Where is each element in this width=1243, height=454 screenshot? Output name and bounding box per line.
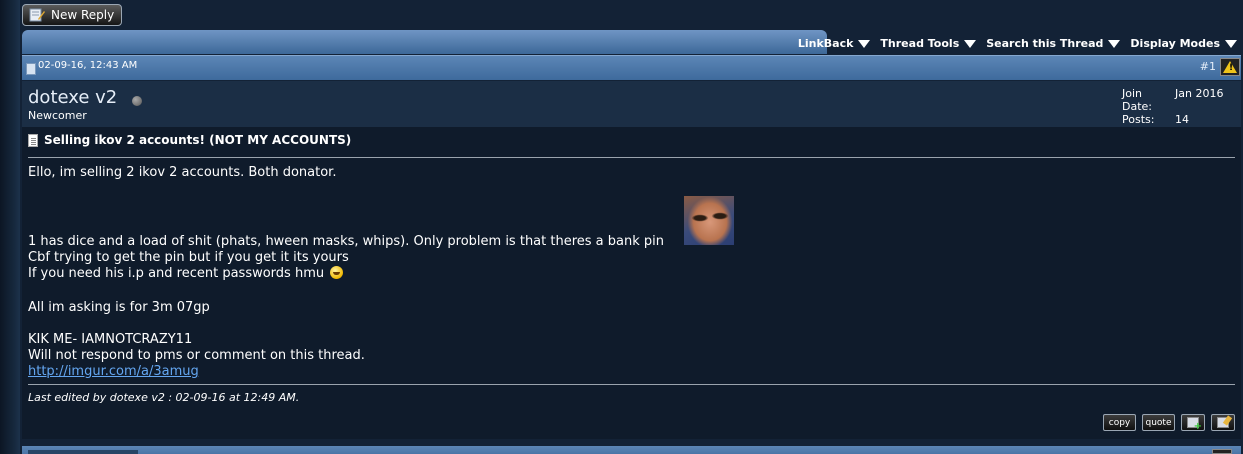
post-old-icon [26,63,36,75]
offline-status-icon [132,96,142,106]
new-reply-icon [29,8,45,22]
imgur-link[interactable]: http://imgur.com/a/3amug [28,364,199,379]
multiquote-icon [1187,417,1202,432]
post-buttons: copy quote [1103,414,1235,432]
divider [28,384,1235,385]
message-line: All im asking is for 3m 07gp [28,300,210,315]
caret-down-icon [858,39,871,48]
caret-down-icon [964,39,977,48]
copy-button[interactable]: copy [1103,414,1136,431]
new-reply-label: New Reply [51,8,115,22]
post-header: 02-09-16, 12:43 AM #1 ! [22,55,1241,80]
message-line: Ello, im selling 2 ikov 2 accounts. Both… [28,165,337,180]
username-link[interactable]: dotexe v2 [28,87,117,108]
message-line: 1 has dice and a load of shit (phats, hw… [28,234,664,249]
thread-tools-menu[interactable]: Thread Tools [880,37,977,54]
message-text: If you need his i.p and recent passwords… [28,266,325,281]
linkback-label: LinkBack [797,37,854,50]
post-message: Selling ikov 2 accounts! (NOT MY ACCOUNT… [22,127,1241,439]
face-image [684,196,734,245]
post-date: 02-09-16, 12:43 AM [38,60,138,71]
quote-button[interactable]: quote [1142,414,1175,431]
left-rail [0,0,20,454]
message-line: Cbf trying to get the pin but if you get… [28,250,349,265]
post-title-text: Selling ikov 2 accounts! (NOT MY ACCOUNT… [44,133,352,147]
search-thread-label: Search this Thread [986,37,1104,50]
next-post-header [22,446,1241,454]
toolbar-tab-background [22,30,827,54]
divider [28,157,1235,158]
thread-menu: LinkBack Thread Tools Search this Thread… [798,30,1241,54]
quick-reply-icon [1217,417,1229,428]
edit-note: Last edited by dotexe v2 : 02-09-16 at 1… [28,391,300,404]
caret-down-icon [1108,39,1121,48]
post-user-info: dotexe v2 Newcomer Join Date: Jan 2016 P… [22,81,1241,127]
smile-icon [330,266,344,279]
post-number-link[interactable]: #1 [1200,60,1216,73]
message-line: Will not respond to pms or comment on th… [28,348,365,363]
new-reply-button[interactable]: New Reply [22,4,122,26]
post-title: Selling ikov 2 accounts! (NOT MY ACCOUNT… [28,133,351,147]
join-date-value: Jan 2016 [1175,87,1224,100]
user-stats: Join Date: Jan 2016 Posts: 14 [1122,87,1223,126]
display-modes-menu[interactable]: Display Modes [1130,37,1237,54]
report-post-button[interactable] [1212,449,1232,454]
thread-tools-label: Thread Tools [880,37,960,50]
posts-value: 14 [1175,113,1189,126]
search-thread-menu[interactable]: Search this Thread [986,37,1121,54]
linkback-menu[interactable]: LinkBack [798,37,871,54]
join-date-label: Join Date: [1122,87,1152,113]
thread-toolbar: LinkBack Thread Tools Search this Thread… [22,30,1241,54]
multiquote-button[interactable] [1181,414,1205,432]
display-modes-label: Display Modes [1130,37,1220,50]
caret-down-icon [1225,39,1237,48]
imgur-link-line: http://imgur.com/a/3amug [28,364,199,379]
user-title: Newcomer [28,109,87,122]
quick-reply-button[interactable] [1211,414,1235,431]
posts-label: Posts: [1122,113,1155,126]
message-line-with-smilie: If you need his i.p and recent passwords… [28,266,344,281]
document-icon [28,133,38,147]
message-line: KIK ME- IAMNOTCRAZY11 [28,332,193,347]
report-post-button[interactable]: ! [1220,58,1240,76]
